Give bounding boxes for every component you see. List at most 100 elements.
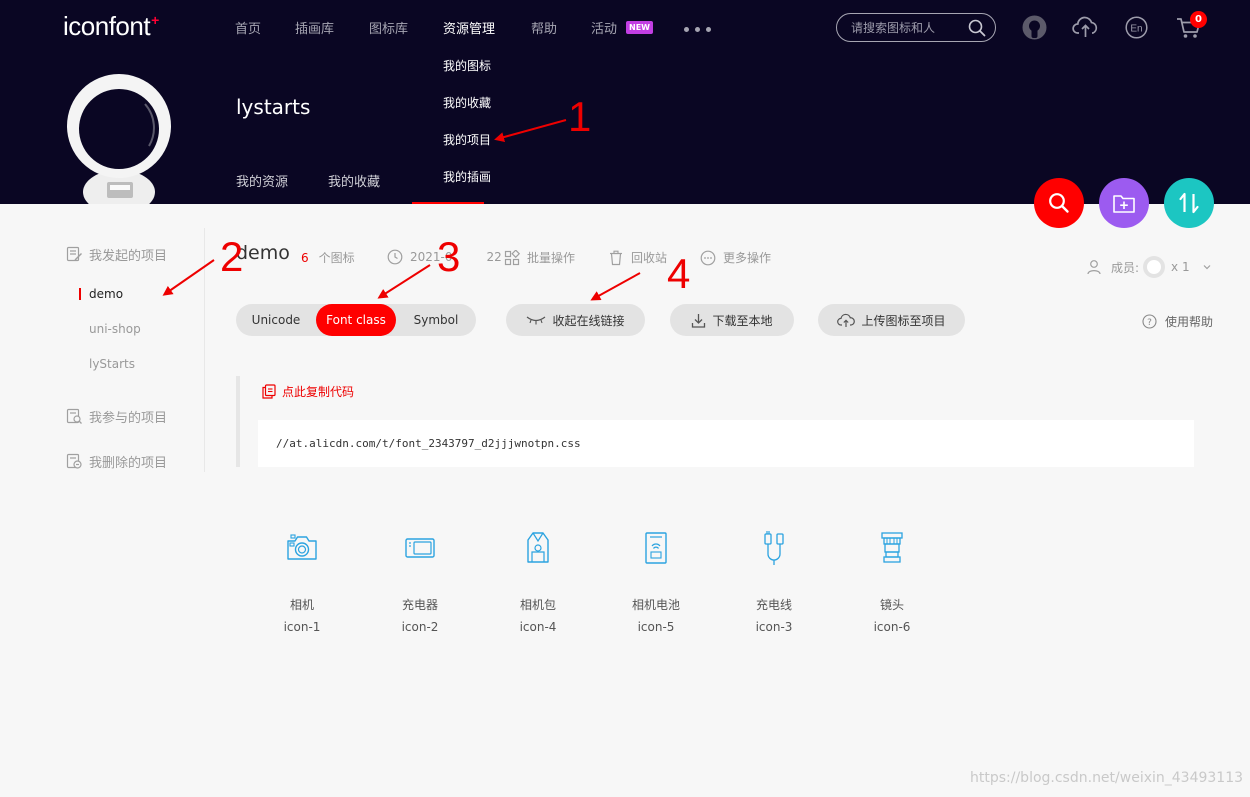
copy-code-button[interactable]: 点此复制代码: [262, 383, 354, 400]
more-nav-icon[interactable]: [684, 27, 712, 33]
sidebar-group-created[interactable]: 我发起的项目: [66, 245, 167, 264]
icon-count-label: 个图标: [318, 251, 355, 265]
annotation-4: 4: [667, 250, 691, 297]
sort-icon: [1179, 192, 1199, 214]
nav-resource-management[interactable]: 资源管理: [443, 18, 495, 37]
new-badge: NEW: [626, 21, 653, 34]
upload-cloud-icon[interactable]: [1072, 15, 1099, 39]
nav-help[interactable]: 帮助: [531, 18, 557, 37]
icon-name: 充电线: [755, 598, 792, 612]
icon-card[interactable]: 充电线 icon-3: [734, 530, 814, 634]
icon-class: icon-1: [283, 620, 321, 634]
css-link-code[interactable]: //at.alicdn.com/t/font_2343797_d2jjjwnot…: [258, 420, 1194, 467]
collapse-link-label: 收起在线链接: [552, 313, 625, 328]
icon-card[interactable]: 相机 icon-1: [262, 530, 342, 634]
deleted-list-icon: [66, 453, 82, 469]
sidebar-group-label: 我参与的项目: [89, 411, 168, 426]
recycle-label: 回收站: [631, 251, 668, 265]
more-operations[interactable]: 更多操作: [700, 249, 771, 266]
upload-label: 上传图标至项目: [861, 313, 946, 328]
download-label: 下载至本地: [712, 313, 773, 328]
trash-icon: [610, 250, 622, 265]
dropdown-my-projects[interactable]: 我的项目: [443, 131, 491, 148]
camera-bag-icon: [527, 532, 549, 563]
upload-button[interactable]: 上传图标至项目: [818, 304, 965, 336]
sidebar-group-label: 我发起的项目: [89, 249, 168, 264]
search-box: [836, 13, 996, 42]
icon-card[interactable]: 相机包 icon-4: [498, 530, 578, 634]
help-link[interactable]: ? 使用帮助: [1142, 313, 1213, 330]
recycle-bin[interactable]: 回收站: [608, 249, 667, 266]
more-label: 更多操作: [723, 251, 772, 265]
icon-name: 充电器: [401, 598, 438, 612]
sidebar-item-uni-shop[interactable]: uni-shop: [89, 322, 141, 336]
camera-battery-icon: [645, 532, 667, 564]
tab-my-collections[interactable]: 我的收藏: [328, 171, 380, 190]
dropdown-my-favorites[interactable]: 我的收藏: [443, 94, 491, 111]
icon-class: icon-2: [401, 620, 439, 634]
batch-icon: [504, 249, 520, 265]
upload-cloud-icon: [837, 313, 856, 327]
logo[interactable]: iconfont+: [63, 11, 159, 42]
username: lystarts: [236, 95, 311, 119]
language-icon[interactable]: En: [1125, 16, 1148, 39]
search-input[interactable]: [851, 19, 963, 36]
dropdown-my-illustrations[interactable]: 我的插画: [443, 168, 491, 185]
search-icon: [1049, 193, 1069, 213]
eye-closed-icon: [527, 316, 546, 325]
icon-count: 6 个图标: [301, 249, 355, 266]
annotation-3: 3: [437, 233, 461, 280]
nav-icon-library[interactable]: 图标库: [369, 18, 408, 37]
nav-illustrations[interactable]: 插画库: [295, 18, 334, 37]
search-fab[interactable]: [1034, 178, 1084, 228]
charging-cable-icon: [764, 531, 784, 565]
code-type-tabs: Unicode Font class Symbol: [236, 304, 476, 336]
icon-name: 相机包: [519, 598, 556, 612]
tab-unicode[interactable]: Unicode: [236, 304, 316, 336]
icon-card[interactable]: 充电器 icon-2: [380, 530, 460, 634]
members-count: x 1: [1171, 260, 1190, 274]
nav-events[interactable]: 活动: [591, 18, 617, 37]
download-button[interactable]: 下载至本地: [670, 304, 794, 336]
nav-home[interactable]: 首页: [235, 18, 261, 37]
download-icon: [692, 313, 706, 328]
new-project-fab[interactable]: [1099, 178, 1149, 228]
members-label: 成员:: [1111, 260, 1140, 275]
annotation-arrow-2: [162, 259, 215, 296]
batch-operation[interactable]: 批量操作: [504, 249, 575, 266]
active-project-marker: [79, 288, 81, 300]
icon-count-value: 6: [301, 250, 309, 265]
date-text-tail: 22: [486, 250, 502, 264]
sidebar-group-joined[interactable]: 我参与的项目: [66, 407, 167, 426]
search-list-icon: [66, 408, 82, 424]
tab-font-class[interactable]: Font class: [316, 304, 396, 336]
camera-icon: [287, 534, 317, 560]
svg-text:En: En: [1130, 24, 1142, 35]
folder-add-icon: [1113, 195, 1135, 213]
sidebar-group-deleted[interactable]: 我删除的项目: [66, 452, 167, 471]
sidebar-item-lystarts[interactable]: lyStarts: [89, 357, 135, 371]
avatar: [67, 74, 171, 204]
tab-symbol[interactable]: Symbol: [396, 304, 476, 336]
tab-my-resources[interactable]: 我的资源: [236, 171, 288, 190]
members[interactable]: 成员: x 1: [1087, 256, 1212, 278]
help-label: 使用帮助: [1165, 315, 1214, 329]
search-icon[interactable]: [968, 19, 986, 37]
sort-fab[interactable]: [1164, 178, 1214, 228]
icon-class: icon-5: [637, 620, 675, 634]
icon-card[interactable]: 相机电池 icon-5: [616, 530, 696, 634]
member-avatar: [1143, 256, 1166, 278]
lens-icon: [881, 532, 903, 563]
cart-badge: 0: [1190, 11, 1207, 28]
dropdown-my-icons[interactable]: 我的图标: [443, 57, 491, 74]
sidebar-group-label: 我删除的项目: [89, 456, 168, 471]
icon-name: 相机: [289, 598, 314, 612]
collapse-link-button[interactable]: 收起在线链接: [506, 304, 645, 336]
sidebar-item-demo[interactable]: demo: [89, 287, 123, 301]
annotation-arrow-4: [590, 272, 641, 301]
github-icon[interactable]: [1022, 15, 1047, 40]
annotation-1: 1: [568, 93, 592, 140]
icon-class: icon-4: [519, 620, 557, 634]
svg-text:?: ?: [1147, 318, 1152, 328]
icon-card[interactable]: 镜头 icon-6: [852, 530, 932, 634]
